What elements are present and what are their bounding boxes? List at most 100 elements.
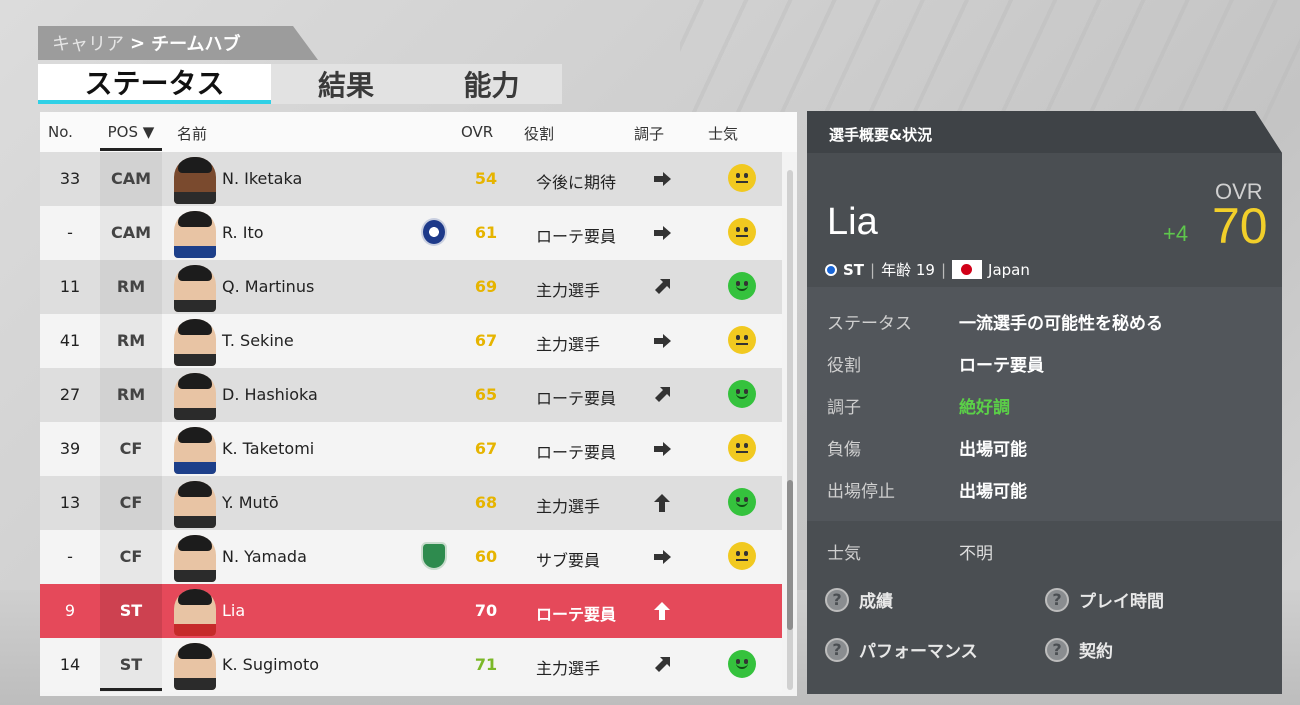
morale-label: 士気 bbox=[827, 544, 861, 564]
form-arrow-icon bbox=[654, 172, 671, 186]
player-role: ローテ要員 bbox=[536, 443, 617, 462]
tab-bar: ステータス 結果 能力 bbox=[38, 64, 562, 104]
player-avatar bbox=[174, 643, 216, 690]
detail-label-status: ステータス bbox=[827, 314, 912, 334]
player-number: 13 bbox=[59, 493, 81, 512]
table-row[interactable]: 11 RM Q. Martinus 69 主力選手 bbox=[40, 260, 782, 314]
header-pos[interactable]: POS ▼ bbox=[100, 123, 162, 151]
table-row[interactable]: 27 RM D. Hashioka 65 ローテ要員 bbox=[40, 368, 782, 422]
player-name: K. Sugimoto bbox=[222, 655, 319, 674]
detail-value-role: ローテ要員 bbox=[959, 356, 1044, 376]
player-number: 39 bbox=[59, 439, 81, 458]
detail-label-role: 役割 bbox=[827, 356, 861, 376]
player-position: CAM bbox=[110, 223, 152, 242]
player-role: サブ要員 bbox=[536, 551, 601, 570]
player-ovr: 54 bbox=[474, 169, 498, 188]
table-row[interactable]: 13 CF Y. Mutō 68 主力選手 bbox=[40, 476, 782, 530]
player-avatar bbox=[174, 427, 216, 474]
player-position: RM bbox=[116, 331, 146, 350]
breadcrumb: キャリア > チームハブ bbox=[38, 26, 318, 60]
player-meta: ST | 年齢 19 | Japan bbox=[825, 259, 1030, 280]
player-number: 27 bbox=[59, 385, 81, 404]
player-position: ST bbox=[119, 655, 143, 674]
player-name: T. Sekine bbox=[222, 331, 294, 350]
help-icon: ? bbox=[1045, 637, 1069, 662]
background-texture bbox=[680, 0, 1300, 130]
player-position: RM bbox=[116, 385, 146, 404]
player-ovr: 67 bbox=[474, 331, 498, 350]
tab-results[interactable]: 結果 bbox=[271, 64, 421, 104]
player-name: N. Yamada bbox=[222, 547, 307, 566]
player-ovr: 68 bbox=[474, 493, 498, 512]
morale-face-icon bbox=[728, 218, 756, 246]
stats-button[interactable]: ? 成績 bbox=[825, 587, 893, 612]
position-dot-icon bbox=[825, 263, 837, 276]
performance-button-label: パフォーマンス bbox=[859, 642, 978, 662]
player-avatar bbox=[174, 481, 216, 528]
player-number: 33 bbox=[59, 169, 81, 188]
player-avatar bbox=[174, 589, 216, 636]
detail-value-injury: 出場可能 bbox=[959, 440, 1027, 460]
player-position: ST bbox=[119, 601, 143, 620]
table-row[interactable]: - CF N. Yamada 60 サブ要員 bbox=[40, 530, 782, 584]
table-row[interactable]: 14 ST K. Sugimoto 71 主力選手 bbox=[40, 638, 782, 692]
table-row[interactable]: 39 CF K. Taketomi 67 ローテ要員 bbox=[40, 422, 782, 476]
tab-status[interactable]: ステータス bbox=[38, 64, 271, 104]
table-row[interactable]: 41 RM T. Sekine 67 主力選手 bbox=[40, 314, 782, 368]
breadcrumb-separator: > bbox=[130, 32, 146, 54]
header-ovr[interactable]: OVR bbox=[461, 123, 493, 141]
header-morale[interactable]: 士気 bbox=[708, 123, 738, 144]
performance-button[interactable]: ? パフォーマンス bbox=[825, 637, 978, 662]
player-number: 41 bbox=[59, 331, 81, 350]
contract-button-label: 契約 bbox=[1079, 642, 1113, 662]
player-number: - bbox=[67, 547, 73, 566]
header-name[interactable]: 名前 bbox=[177, 123, 207, 144]
player-name: Y. Mutō bbox=[222, 493, 279, 512]
player-role: 今後に期待 bbox=[536, 173, 617, 192]
detail-label-suspension: 出場停止 bbox=[827, 482, 895, 502]
help-icon: ? bbox=[825, 637, 849, 662]
player-number: - bbox=[67, 223, 73, 242]
player-nationality: Japan bbox=[988, 260, 1030, 279]
header-role[interactable]: 役割 bbox=[524, 123, 554, 144]
table-row[interactable]: 33 CAM N. Iketaka 54 今後に期待 bbox=[40, 152, 782, 206]
scrollbar-thumb[interactable] bbox=[787, 480, 793, 630]
player-name: Lia bbox=[827, 201, 878, 243]
player-number: 9 bbox=[64, 601, 76, 620]
player-role: 主力選手 bbox=[536, 659, 601, 678]
contract-button[interactable]: ? 契約 bbox=[1045, 637, 1113, 662]
table-header: No. POS ▼ 名前 OVR 役割 調子 士気 bbox=[40, 112, 797, 152]
table-row[interactable]: - CAM R. Ito 61 ローテ要員 bbox=[40, 206, 782, 260]
player-position: CF bbox=[119, 493, 143, 512]
morale-face-icon bbox=[728, 650, 756, 678]
player-ovr: 67 bbox=[474, 439, 498, 458]
club-crest-icon bbox=[421, 218, 447, 246]
scrollbar[interactable] bbox=[787, 170, 793, 690]
form-arrow-icon bbox=[654, 550, 671, 564]
player-avatar bbox=[174, 265, 216, 312]
player-name: D. Hashioka bbox=[222, 385, 318, 404]
header-pos-label: POS bbox=[107, 123, 139, 141]
table-row-selected[interactable]: 9 ST Lia 70 ローテ要員 bbox=[40, 584, 782, 638]
morale-face-icon bbox=[728, 164, 756, 192]
player-position: CAM bbox=[110, 169, 152, 188]
detail-label-form: 調子 bbox=[827, 398, 861, 418]
playtime-button[interactable]: ? プレイ時間 bbox=[1045, 587, 1164, 612]
player-role: ローテ要員 bbox=[536, 389, 617, 408]
meta-divider: | bbox=[940, 260, 947, 279]
form-arrow-icon bbox=[655, 657, 670, 672]
player-number: 14 bbox=[59, 655, 81, 674]
player-number: 11 bbox=[59, 277, 81, 296]
breadcrumb-parent[interactable]: キャリア bbox=[52, 30, 124, 56]
player-age: 年齢 19 bbox=[881, 261, 935, 279]
player-overview-panel: 選手概要&状況 Lia OVR +4 70 ST | 年齢 19 | Japan… bbox=[807, 111, 1282, 694]
header-no[interactable]: No. bbox=[48, 123, 73, 141]
tab-abilities[interactable]: 能力 bbox=[421, 64, 562, 104]
player-avatar bbox=[174, 535, 216, 582]
player-ovr: 70 bbox=[474, 601, 498, 620]
header-form[interactable]: 調子 bbox=[634, 123, 664, 144]
player-position: CF bbox=[119, 547, 143, 566]
playtime-button-label: プレイ時間 bbox=[1079, 592, 1164, 612]
player-role: 主力選手 bbox=[536, 281, 601, 300]
morale-face-icon bbox=[728, 542, 756, 570]
